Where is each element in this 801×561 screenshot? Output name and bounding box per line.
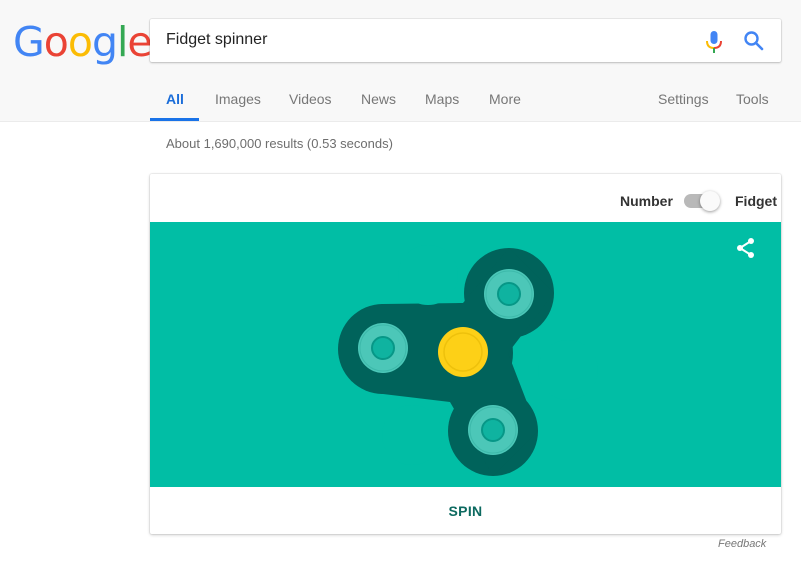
spin-button[interactable]: SPIN (150, 487, 781, 534)
tab-videos[interactable]: Videos (289, 91, 332, 107)
mode-toggle-row: Number Fidget (150, 174, 781, 222)
toggle-thumb[interactable] (700, 191, 720, 211)
logo-letter: o (67, 18, 93, 66)
tools-link[interactable]: Tools (736, 91, 769, 107)
bearing-left (358, 323, 408, 373)
tab-images[interactable]: Images (215, 91, 261, 107)
spin-bar: SPIN (150, 487, 781, 534)
settings-link[interactable]: Settings (658, 91, 709, 107)
fidget-spinner[interactable] (150, 222, 781, 487)
tab-all[interactable]: All (166, 91, 184, 107)
bearing-bottom (468, 405, 518, 455)
feedback-link[interactable]: Feedback (718, 538, 766, 550)
fidget-spinner-card: Number Fidget SPIN (150, 174, 781, 534)
header: Google Fidget spinner All Images Videos … (0, 0, 801, 122)
search-icon[interactable] (743, 30, 765, 57)
bearing-top-right (484, 269, 534, 319)
tab-news[interactable]: News (361, 91, 396, 107)
spinner-stage[interactable] (150, 222, 781, 487)
active-tab-indicator (150, 118, 199, 121)
tab-maps[interactable]: Maps (425, 91, 459, 107)
toggle-label-fidget[interactable]: Fidget (735, 193, 777, 209)
logo-letter: G (13, 18, 45, 66)
logo-letter: e (127, 18, 152, 66)
tab-more[interactable]: More (489, 91, 521, 107)
google-logo[interactable]: Google (13, 18, 153, 66)
mode-toggle-switch[interactable] (684, 191, 720, 211)
logo-letter: g (91, 18, 118, 66)
center-cap[interactable] (438, 327, 488, 377)
search-query[interactable]: Fidget spinner (166, 31, 267, 49)
toggle-label-number[interactable]: Number (620, 193, 673, 209)
logo-letter: o (43, 18, 69, 66)
share-icon[interactable] (735, 237, 757, 264)
search-input[interactable]: Fidget spinner (150, 19, 781, 62)
result-stats: About 1,690,000 results (0.53 seconds) (166, 136, 393, 151)
microphone-icon[interactable] (704, 30, 724, 59)
logo-letter: l (117, 18, 128, 66)
